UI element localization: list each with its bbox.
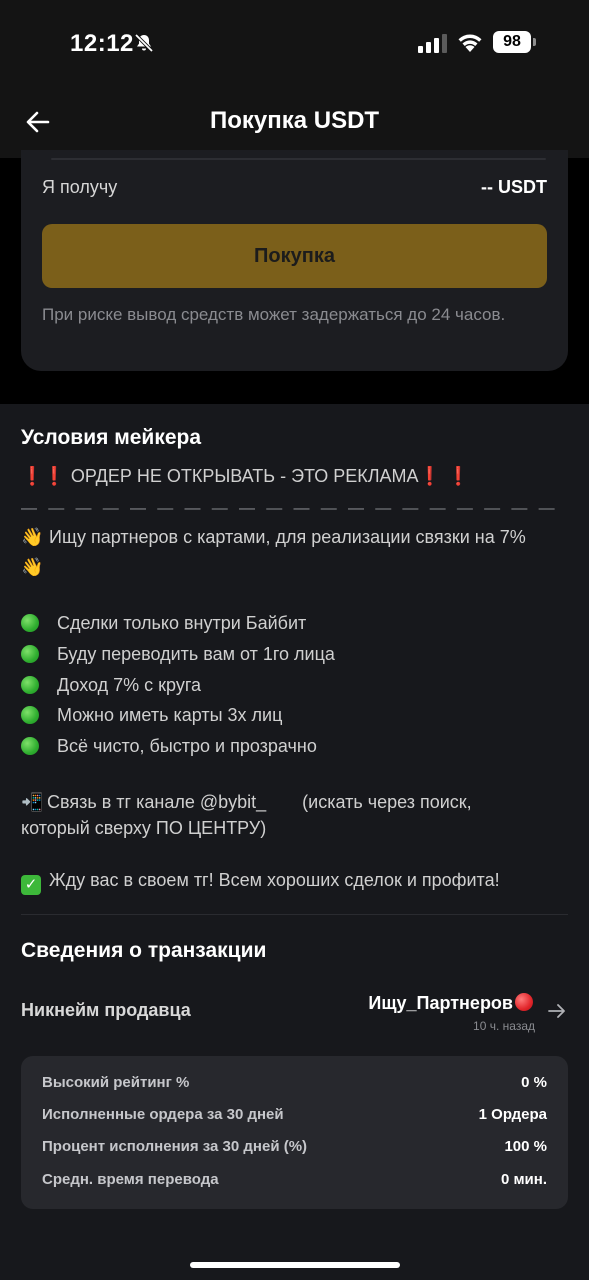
- risk-note: При риске вывод средств может задержатьс…: [42, 305, 506, 324]
- input-divider: [51, 158, 546, 160]
- battery-cap: [533, 38, 536, 46]
- warning-line: ❗❗ ОРДЕР НЕ ОТКРЫВАТЬ - ЭТО РЕКЛАМА❗ ❗: [21, 461, 469, 491]
- closing-text: Жду вас в своем тг! Всем хороших сделок …: [49, 870, 500, 890]
- partners-line: 👋 Ищу партнеров с картами, для реализации…: [21, 522, 526, 552]
- exclamation-icon: ❗: [43, 466, 66, 486]
- warning-text: ОРДЕР НЕ ОТКРЫВАТЬ - ЭТО РЕКЛАМА: [65, 466, 419, 486]
- green-circle-icon: [21, 676, 39, 694]
- home-indicator[interactable]: [190, 1262, 400, 1268]
- bullet-item: Можно иметь карты 3х лиц: [21, 700, 282, 730]
- green-circle-icon: [21, 645, 39, 663]
- bullet-item: Всё чисто, быстро и прозрачно: [21, 731, 317, 761]
- battery-icon: 98: [493, 31, 531, 53]
- exclamation-icon: ❗: [418, 466, 441, 486]
- partners-line-end: 👋: [21, 552, 49, 582]
- stat-row: Высокий рейтинг % 0 %: [42, 1074, 547, 1096]
- receive-label: Я получу: [42, 177, 118, 197]
- seller-stats-card: Высокий рейтинг % 0 % Исполненные ордера…: [21, 1056, 568, 1209]
- transaction-title: Сведения о транзакции: [21, 939, 267, 962]
- stat-row: Процент исполнения за 30 дней (%) 100 %: [42, 1138, 547, 1160]
- signal-icon: [418, 34, 447, 53]
- bullet-text: Можно иметь карты 3х лиц: [57, 705, 283, 725]
- contact-text-a: Связь в тг канале @bybit_: [47, 792, 267, 812]
- green-circle-icon: [21, 706, 39, 724]
- red-circle-icon: [515, 993, 533, 1011]
- stat-row: Средн. время перевода 0 мин.: [42, 1171, 547, 1193]
- separator-line: — — — — — — — — — — — — — — — — — — — —: [21, 500, 559, 517]
- waving-hand-icon: 👋: [21, 527, 44, 547]
- seller-label: Никнейм продавца: [21, 1000, 191, 1020]
- stat-label: Высокий рейтинг %: [42, 1074, 190, 1091]
- exclamation-icon: ❗: [446, 466, 470, 486]
- stat-label: Процент исполнения за 30 дней (%): [42, 1138, 308, 1155]
- closing-line: ✓ Жду вас в своем тг! Всем хороших сделок…: [21, 865, 500, 895]
- partners-text: Ищу партнеров с картами, для реализации …: [49, 527, 526, 547]
- bullet-text: Буду переводить вам от 1го лица: [57, 644, 335, 664]
- bullet-text: Всё чисто, быстро и прозрачно: [57, 736, 317, 756]
- green-circle-icon: [21, 614, 39, 632]
- waving-hand-icon: 👋: [21, 557, 44, 577]
- contact-text-b: (искать через поиск,: [302, 792, 472, 812]
- page-title: Покупка USDT: [209, 107, 380, 134]
- seller-last-seen: 10 ч. назад: [473, 1019, 535, 1033]
- contact-line-2: который сверху ПО ЦЕНТРУ): [21, 818, 267, 838]
- bullet-item: Сделки только внутри Байбит: [21, 608, 306, 638]
- seller-name[interactable]: Ищу_Партнеров: [368, 993, 533, 1014]
- stat-value: 100 %: [504, 1138, 547, 1155]
- stat-label: Исполненные ордера за 30 дней: [42, 1106, 284, 1123]
- stat-value: 1 Ордера: [478, 1106, 547, 1123]
- exclamation-icon: ❗: [21, 466, 44, 486]
- bullet-text: Сделки только внутри Байбит: [57, 613, 307, 633]
- maker-terms-title: Условия мейкера: [21, 426, 202, 449]
- buy-button[interactable]: Покупка: [42, 224, 547, 288]
- bullet-item: Доход 7% с круга: [21, 670, 201, 700]
- section-divider: [21, 914, 568, 915]
- check-mark-icon: ✓: [21, 875, 41, 895]
- order-card: Я получу -- USDT Покупка При риске вывод…: [21, 150, 568, 371]
- status-time: 12:12: [70, 30, 134, 57]
- stat-value: 0 %: [521, 1074, 547, 1091]
- wifi-icon: [458, 34, 482, 52]
- green-circle-icon: [21, 737, 39, 755]
- bullet-item: Буду переводить вам от 1го лица: [21, 639, 335, 669]
- receive-value: -- USDT: [481, 177, 547, 197]
- seller-name-text: Ищу_Партнеров: [368, 993, 513, 1013]
- chevron-right-icon[interactable]: [547, 1001, 567, 1021]
- stat-value: 0 мин.: [500, 1171, 547, 1188]
- stat-row: Исполненные ордера за 30 дней 1 Ордера: [42, 1106, 547, 1128]
- bell-off-icon: [134, 33, 154, 53]
- status-bar: 12:12 98: [0, 0, 589, 90]
- bullet-text: Доход 7% с круга: [57, 675, 201, 695]
- stat-label: Средн. время перевода: [42, 1171, 219, 1188]
